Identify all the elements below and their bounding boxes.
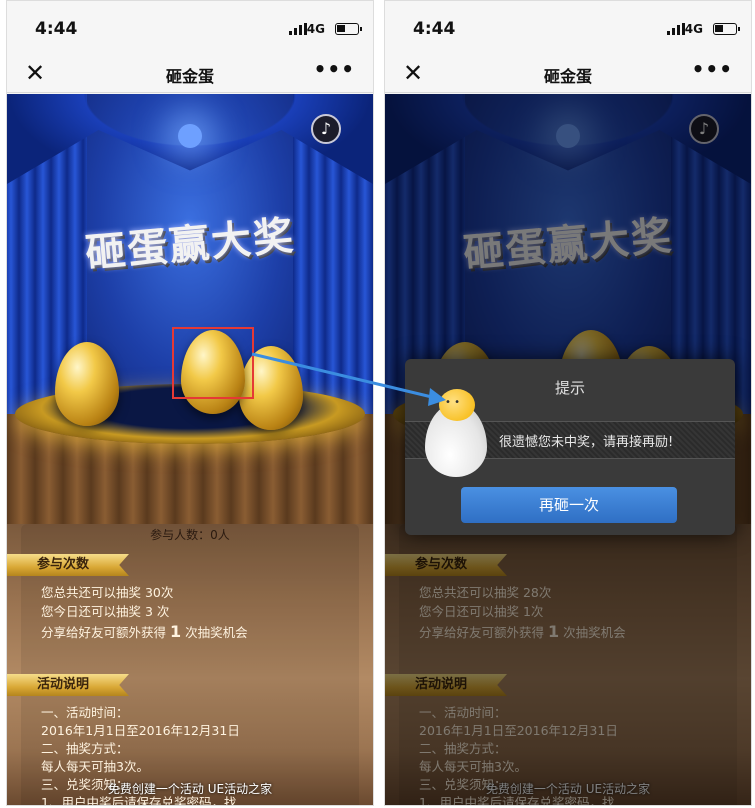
- total-draws: 您总共还可以抽奖 30次: [41, 585, 174, 600]
- more-icon[interactable]: •••: [692, 57, 733, 81]
- participants-count: 参与人数：0人: [150, 528, 230, 542]
- rule-line: 每人每天可抽3次。: [41, 759, 149, 774]
- today-draws: 您今日还可以抽奖 3 次: [41, 604, 170, 619]
- status-time: 4:44: [35, 19, 78, 39]
- stage: ♪ 砸蛋赢大奖: [7, 94, 373, 524]
- result-dialog: 提示 很遗憾您未中奖，请再接再励! 再砸一次: [405, 359, 735, 535]
- battery-icon: [713, 23, 740, 35]
- network-type: 4G: [684, 22, 703, 36]
- selected-egg-highlight: [172, 327, 254, 399]
- navbar: ✕ 砸金蛋 •••: [385, 53, 751, 93]
- status-bar: 4:44 4G: [7, 1, 373, 53]
- dialog-message: 很遗憾您未中奖，请再接再励!: [499, 435, 674, 450]
- music-icon[interactable]: ♪: [311, 114, 341, 144]
- battery-icon: [335, 23, 362, 35]
- chick-in-egg-icon: [425, 389, 487, 477]
- more-icon[interactable]: •••: [314, 57, 355, 81]
- arrow-annotation: [251, 352, 446, 406]
- rule-line: 二、抽奖方式：: [41, 741, 129, 756]
- status-bar: 4:44 4G: [385, 1, 751, 53]
- rule-line: 一、活动时间：: [41, 705, 129, 720]
- navbar: ✕ 砸金蛋 •••: [7, 53, 373, 93]
- signal-icon: [289, 23, 307, 35]
- retry-button[interactable]: 再砸一次: [461, 487, 677, 523]
- spotlight: [178, 124, 202, 148]
- section-ribbon-info: 活动说明: [7, 674, 129, 696]
- signal-icon: [667, 23, 685, 35]
- status-time: 4:44: [413, 19, 456, 39]
- footer-link[interactable]: 免费创建一个活动 UE活动之家: [7, 780, 373, 797]
- info-panel: 参与人数：0人 参与次数 您总共还可以抽奖 30次 您今日还可以抽奖 3 次 分…: [7, 524, 373, 805]
- share-bonus: 分享给好友可额外获得1次抽奖机会: [41, 622, 248, 641]
- network-type: 4G: [306, 22, 325, 36]
- golden-egg-1[interactable]: [55, 342, 119, 426]
- section-ribbon-times: 参与次数: [7, 554, 129, 576]
- rule-line: 2016年1月1日至2016年12月31日: [41, 723, 240, 738]
